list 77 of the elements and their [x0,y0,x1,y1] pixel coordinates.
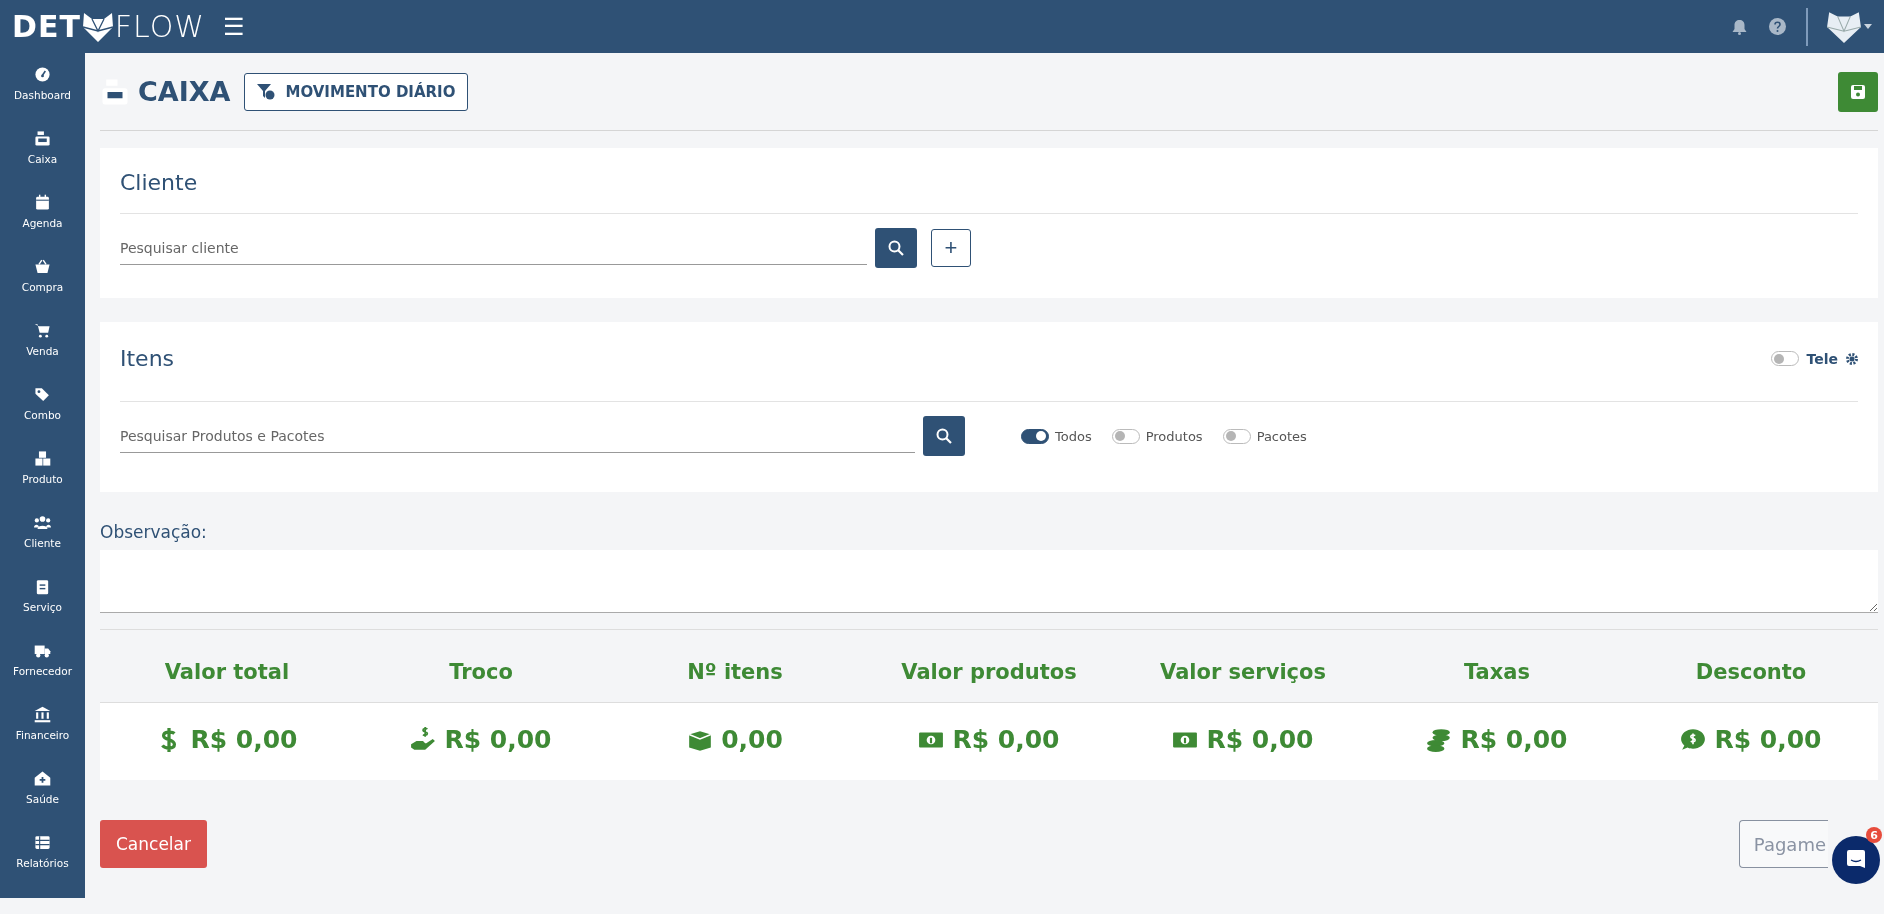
search-icon [936,428,952,444]
filter-dollar-icon [257,83,276,100]
sidebar-item[interactable]: Caixa [0,130,85,194]
total-value: R$ 0,00 [1206,725,1314,754]
cancel-button[interactable]: Cancelar [100,820,207,868]
tag-icon [34,386,51,403]
bell-icon[interactable] [1732,18,1747,35]
caret-icon[interactable] [1864,24,1872,29]
toggle-label: Tele [1806,350,1838,367]
sidebar-item[interactable]: Financeiro [0,706,85,770]
sidebar-item[interactable]: Dashboard [0,66,85,130]
help-icon[interactable] [1769,18,1786,35]
bank-icon [34,706,51,723]
chat-bubble-icon [1846,849,1866,871]
hand-money-icon [410,726,437,753]
cubes-icon [34,450,51,467]
client-search-field[interactable]: Pesquisar cliente [120,231,867,265]
sidebar-item[interactable]: Compra [0,258,85,322]
users-icon [34,514,51,531]
total-label: Taxas [1464,660,1530,684]
cash-register-icon [34,130,51,147]
toggle-switch[interactable] [1111,428,1140,444]
toggle-label: Todos [1055,428,1092,444]
total-label: Valor total [164,660,290,684]
save-button[interactable] [1838,71,1878,112]
add-client-button[interactable]: + [931,229,971,267]
page-title: CAIXA [138,76,231,107]
total-value: 0,00 [721,725,783,754]
total-label: Troco [449,660,513,684]
total-value: R$ 0,00 [1714,725,1822,754]
toggle-switch[interactable] [1770,351,1799,366]
cart-icon [34,322,51,339]
avatar-icon[interactable] [1826,9,1862,44]
gauge-icon [34,66,51,83]
wolf-head-icon [80,10,115,43]
sidebar-item[interactable]: Agenda [0,194,85,258]
total-value: R$ 0,00 [190,725,298,754]
field-label: Observação: [100,522,208,542]
clipboard-icon [34,578,51,595]
section-title: Itens [120,346,176,371]
toggle-label: Produtos [1145,428,1203,444]
observation-field[interactable] [100,550,1878,613]
toggle-label: Pacotes [1256,428,1307,444]
chat-dollar-icon [1680,726,1707,753]
sidebar-item[interactable]: Serviço [0,578,85,642]
sidebar-item[interactable]: Venda [0,322,85,386]
section-title: Cliente [120,170,199,195]
search-button[interactable] [875,228,917,268]
search-button[interactable] [923,416,965,456]
total-label: Valor produtos [901,660,1077,684]
basket-icon [34,258,51,275]
sidebar-item[interactable]: Saúde [0,770,85,834]
daily-movement-button[interactable]: MOVIMENTO DIÁRIO [244,72,469,111]
coins-icon [1426,726,1453,753]
total-value: R$ 0,00 [444,725,552,754]
product-search-field[interactable]: Pesquisar Produtos e Pacotes [120,419,915,453]
sidebar-item[interactable]: Combo [0,386,85,450]
total-label: Valor serviços [1160,660,1326,684]
sidebar-item[interactable]: Produto [0,450,85,514]
house-plus-icon [34,770,51,787]
toggle-switch[interactable] [1222,428,1251,444]
menu-button[interactable]: ☰ [219,12,250,41]
sidebar-item[interactable]: Relatórios [0,834,85,898]
calendar-icon [34,194,51,211]
logo-text: FLOW [114,9,206,44]
total-label: Nº itens [687,660,783,684]
logo-text: DET [12,9,81,44]
total-value: R$ 0,00 [952,725,1060,754]
gear-icon[interactable] [1846,352,1858,365]
notification-badge: 6 [1866,827,1882,843]
sidebar-item[interactable]: Fornecedor [0,642,85,706]
total-label: Desconto [1695,660,1807,684]
search-icon [888,240,904,256]
list-icon [34,834,51,851]
total-value: R$ 0,00 [1460,725,1568,754]
sidebar-item[interactable]: Cliente [0,514,85,578]
toggle-switch[interactable] [1021,428,1049,444]
